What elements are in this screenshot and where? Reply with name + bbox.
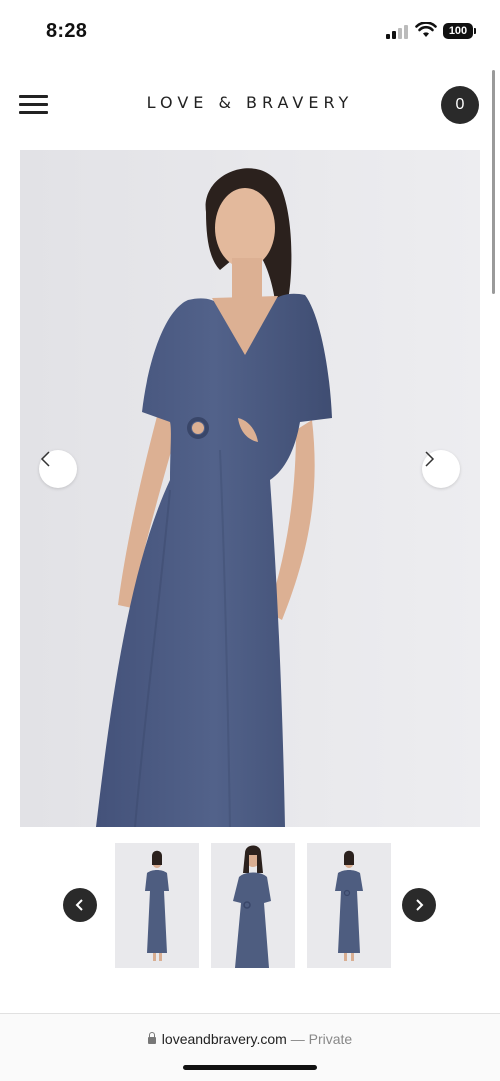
chevron-left-icon — [75, 899, 83, 911]
model-photo — [20, 150, 480, 827]
site-header: LOVE & BRAVERY 0 — [0, 60, 500, 150]
gallery-prev-button[interactable] — [39, 450, 77, 488]
home-indicator[interactable] — [183, 1065, 317, 1070]
status-time: 8:28 — [46, 20, 88, 42]
lock-icon — [147, 1032, 156, 1044]
thumbnail-image — [211, 843, 295, 968]
url-separator: — — [290, 1031, 305, 1047]
chevron-left-icon — [40, 451, 50, 467]
thumbnail-strip — [0, 840, 500, 970]
battery-icon: 100 — [443, 23, 476, 39]
wifi-icon — [415, 21, 437, 38]
chevron-right-icon — [425, 451, 435, 467]
status-bar: 8:28 100 — [0, 0, 500, 60]
thumbnail-prev-button[interactable] — [63, 888, 97, 922]
thumbnail-image — [307, 843, 391, 968]
browser-address-bar[interactable]: loveandbravery.com — Private — [0, 1013, 500, 1081]
gallery-next-button[interactable] — [422, 450, 460, 488]
address-display[interactable]: loveandbravery.com — Private — [0, 1031, 500, 1047]
thumbnail-next-button[interactable] — [402, 888, 436, 922]
thumbnail-image — [115, 843, 199, 968]
thumbnail-2[interactable] — [211, 843, 295, 968]
scrollbar[interactable] — [492, 70, 495, 294]
url-domain: loveandbravery.com — [161, 1031, 287, 1047]
thumbnail-3[interactable] — [307, 843, 391, 968]
cellular-signal-icon — [386, 25, 408, 39]
privacy-label: Private — [308, 1031, 353, 1047]
product-main-image — [20, 150, 480, 827]
brand-logo[interactable]: LOVE & BRAVERY — [110, 93, 390, 112]
chevron-right-icon — [416, 899, 424, 911]
hamburger-menu-icon[interactable] — [19, 95, 48, 115]
cart-button[interactable]: 0 — [441, 86, 479, 124]
thumbnail-1[interactable] — [115, 843, 199, 968]
